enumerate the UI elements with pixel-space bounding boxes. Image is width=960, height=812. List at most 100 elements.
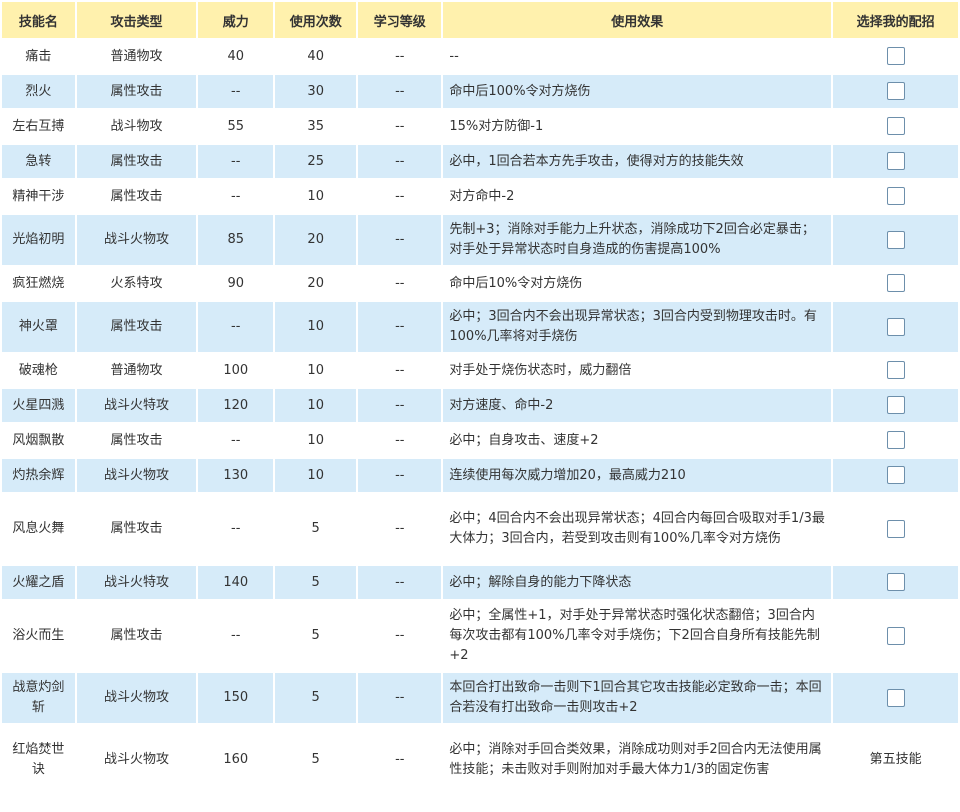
power-cell: 140: [198, 566, 274, 599]
select-skill-checkbox[interactable]: [886, 117, 905, 135]
skill-name-cell: 左右互搏: [2, 110, 75, 143]
skill-name-cell: 急转: [2, 145, 75, 178]
uses-cell: 5: [275, 725, 357, 795]
attack-type-cell: 战斗火特攻: [76, 389, 197, 422]
effect-cell: 15%对方防御-1: [443, 110, 832, 143]
effect-cell: 本回合打出致命一击则下1回合其它攻击技能必定致命一击；本回合若没有打出致命一击则…: [443, 673, 832, 723]
table-header-row: 技能名 攻击类型 威力 使用次数 学习等级 使用效果 选择我的配招: [2, 2, 958, 38]
select-skill-checkbox[interactable]: [886, 230, 905, 249]
select-cell: [833, 302, 958, 352]
select-cell: [833, 673, 958, 723]
effect-cell: 必中；3回合内不会出现异常状态；3回合内受到物理攻击时。有100%几率将对手烧伤: [443, 302, 832, 352]
effect-cell: 命中后100%令对方烧伤: [443, 75, 832, 108]
attack-type-cell: 属性攻击: [76, 494, 197, 564]
uses-cell: 20: [275, 267, 357, 300]
select-skill-checkbox[interactable]: [886, 519, 905, 538]
select-skill-checkbox[interactable]: [886, 431, 905, 449]
select-cell: [833, 110, 958, 143]
power-cell: 130: [198, 459, 274, 492]
uses-cell: 40: [275, 40, 357, 73]
effect-cell: 必中；自身攻击、速度+2: [443, 424, 832, 457]
table-row: 精神干涉 属性攻击 -- 10 -- 对方命中-2: [2, 180, 958, 213]
learn-level-cell: --: [358, 302, 442, 352]
power-cell: 55: [198, 110, 274, 143]
table-row: 痛击 普通物攻 40 40 -- --: [2, 40, 958, 73]
skill-name-cell: 光焰初明: [2, 215, 75, 265]
learn-level-cell: --: [358, 267, 442, 300]
power-cell: 90: [198, 267, 274, 300]
skill-name-cell: 风烟飘散: [2, 424, 75, 457]
select-skill-checkbox[interactable]: [886, 688, 905, 707]
uses-cell: 10: [275, 424, 357, 457]
power-cell: 85: [198, 215, 274, 265]
select-skill-checkbox[interactable]: [886, 573, 905, 591]
header-learn-level: 学习等级: [358, 2, 442, 38]
table-row: 风息火舞 属性攻击 -- 5 -- 必中；4回合内不会出现异常状态；4回合内每回合吸取对手…: [2, 494, 958, 564]
effect-cell: 必中；4回合内不会出现异常状态；4回合内每回合吸取对手1/3最大体力；3回合内，…: [443, 494, 832, 564]
select-cell: 第五技能: [833, 725, 958, 795]
skill-name-cell: 破魂枪: [2, 354, 75, 387]
uses-cell: 5: [275, 494, 357, 564]
select-skill-checkbox[interactable]: [886, 361, 905, 379]
effect-cell: --: [443, 40, 832, 73]
effect-cell: 对手处于烧伤状态时，威力翻倍: [443, 354, 832, 387]
skills-table: 技能名 攻击类型 威力 使用次数 学习等级 使用效果 选择我的配招 痛击 普通物攻…: [0, 0, 960, 797]
select-skill-checkbox[interactable]: [886, 187, 905, 205]
skill-name-cell: 烈火: [2, 75, 75, 108]
header-attack-type: 攻击类型: [76, 2, 197, 38]
effect-cell: 对方命中-2: [443, 180, 832, 213]
uses-cell: 35: [275, 110, 357, 143]
attack-type-cell: 战斗火特攻: [76, 566, 197, 599]
attack-type-cell: 属性攻击: [76, 302, 197, 352]
header-skill-name: 技能名: [2, 2, 75, 38]
skill-name-cell: 痛击: [2, 40, 75, 73]
select-cell: [833, 566, 958, 599]
learn-level-cell: --: [358, 145, 442, 178]
select-skill-checkbox[interactable]: [886, 466, 905, 484]
select-cell: [833, 75, 958, 108]
select-skill-checkbox[interactable]: [886, 317, 905, 336]
table-row: 风烟飘散 属性攻击 -- 10 -- 必中；自身攻击、速度+2: [2, 424, 958, 457]
select-skill-checkbox[interactable]: [886, 82, 905, 100]
skill-name-cell: 红焰焚世诀: [2, 725, 75, 795]
attack-type-cell: 火系特攻: [76, 267, 197, 300]
table-row: 火星四溅 战斗火特攻 120 10 -- 对方速度、命中-2: [2, 389, 958, 422]
table-row: 火耀之盾 战斗火特攻 140 5 -- 必中；解除自身的能力下降状态: [2, 566, 958, 599]
power-cell: --: [198, 424, 274, 457]
attack-type-cell: 战斗火物攻: [76, 725, 197, 795]
attack-type-cell: 属性攻击: [76, 75, 197, 108]
uses-cell: 10: [275, 180, 357, 213]
power-cell: --: [198, 494, 274, 564]
learn-level-cell: --: [358, 354, 442, 387]
skill-name-cell: 疯狂燃烧: [2, 267, 75, 300]
table-row: 光焰初明 战斗火物攻 85 20 -- 先制+3；消除对手能力上升状态，消除成功下2回合必…: [2, 215, 958, 265]
skill-name-cell: 浴火而生: [2, 601, 75, 671]
attack-type-cell: 战斗火物攻: [76, 215, 197, 265]
select-skill-checkbox[interactable]: [886, 626, 905, 645]
header-power: 威力: [198, 2, 274, 38]
learn-level-cell: --: [358, 110, 442, 143]
uses-cell: 10: [275, 354, 357, 387]
power-cell: 160: [198, 725, 274, 795]
table-row: 疯狂燃烧 火系特攻 90 20 -- 命中后10%令对方烧伤: [2, 267, 958, 300]
power-cell: 40: [198, 40, 274, 73]
table-row: 浴火而生 属性攻击 -- 5 -- 必中；全属性+1，对手处于异常状态时强化状态翻倍；3回…: [2, 601, 958, 671]
table-row: 左右互搏 战斗物攻 55 35 -- 15%对方防御-1: [2, 110, 958, 143]
table-row: 神火罩 属性攻击 -- 10 -- 必中；3回合内不会出现异常状态；3回合内受到物理攻击时…: [2, 302, 958, 352]
select-cell: [833, 494, 958, 564]
select-cell: [833, 389, 958, 422]
select-skill-checkbox[interactable]: [886, 47, 905, 65]
select-skill-checkbox[interactable]: [886, 152, 905, 170]
power-cell: --: [198, 302, 274, 352]
learn-level-cell: --: [358, 389, 442, 422]
learn-level-cell: --: [358, 75, 442, 108]
effect-cell: 命中后10%令对方烧伤: [443, 267, 832, 300]
select-skill-checkbox[interactable]: [886, 274, 905, 292]
select-cell: [833, 424, 958, 457]
power-cell: --: [198, 601, 274, 671]
header-uses: 使用次数: [275, 2, 357, 38]
skill-name-cell: 神火罩: [2, 302, 75, 352]
learn-level-cell: --: [358, 215, 442, 265]
select-skill-checkbox[interactable]: [886, 396, 905, 414]
table-row: 急转 属性攻击 -- 25 -- 必中，1回合若本方先手攻击，使得对方的技能失效: [2, 145, 958, 178]
